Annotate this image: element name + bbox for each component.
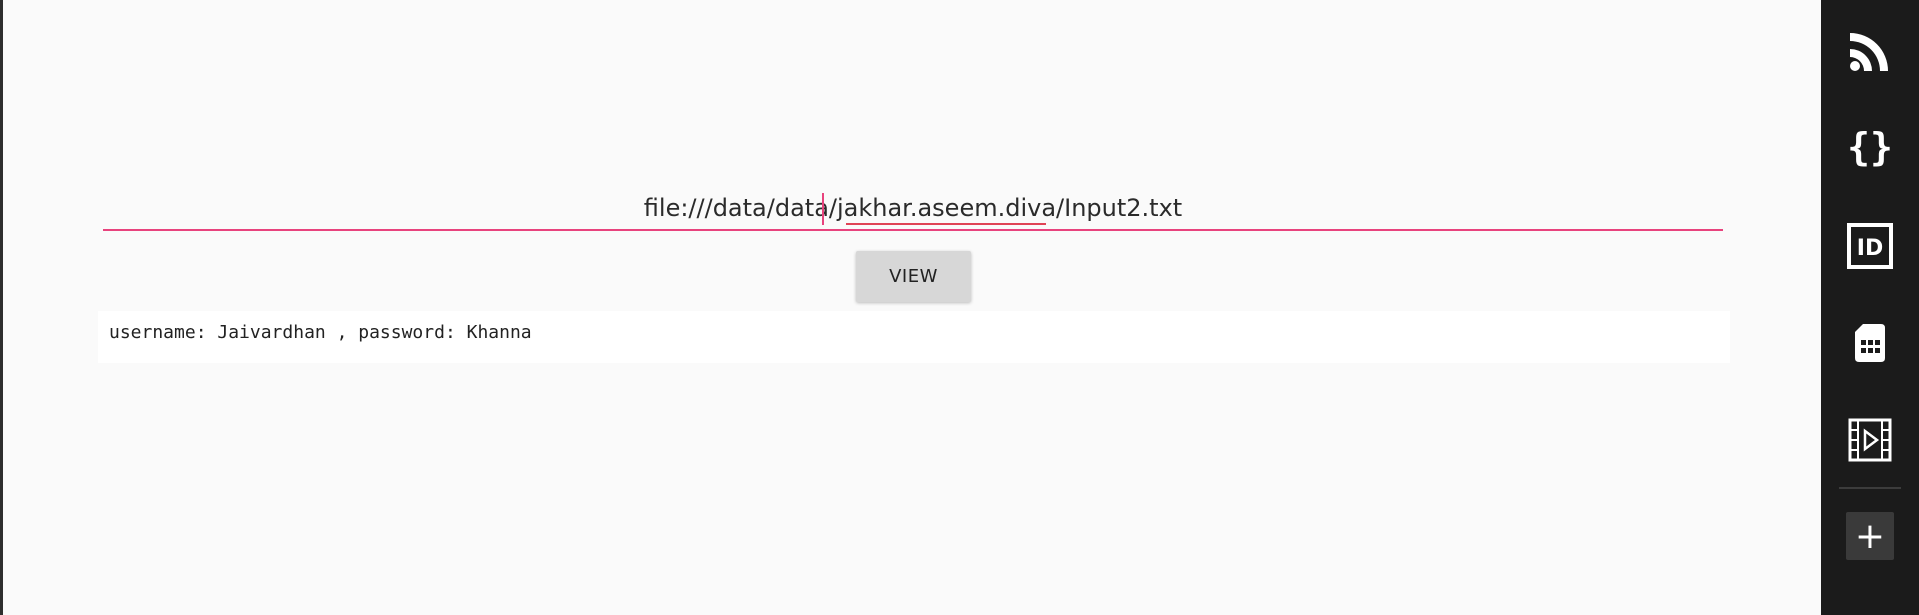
input-underline [103,229,1723,231]
plus-icon: + [1854,515,1886,557]
text-cursor [822,193,824,225]
sim-card-button[interactable] [1840,313,1900,373]
view-button[interactable]: VIEW [856,251,971,302]
emulator-sidebar: {} ID + [1821,0,1919,615]
id-card-icon: ID [1847,223,1893,269]
code-braces-icon: {} [1847,127,1893,169]
svg-text:{}: {} [1847,127,1893,169]
app-content: VIEW username: Jaivardhan , password: Kh… [3,0,1821,615]
url-field[interactable] [103,187,1723,231]
movie-film-icon [1848,418,1892,462]
sim-card-icon [1855,324,1885,362]
id-button[interactable]: ID [1840,216,1900,276]
svg-text:ID: ID [1857,236,1883,261]
file-content-output: username: Jaivardhan , password: Khanna [98,311,1730,363]
code-braces-button[interactable]: {} [1840,118,1900,178]
spellcheck-underline [846,223,1046,225]
rss-feed-button[interactable] [1840,21,1900,81]
add-button[interactable]: + [1846,512,1894,560]
rss-feed-icon [1850,33,1888,71]
sidebar-divider [1839,487,1901,489]
movie-button[interactable] [1840,410,1900,470]
